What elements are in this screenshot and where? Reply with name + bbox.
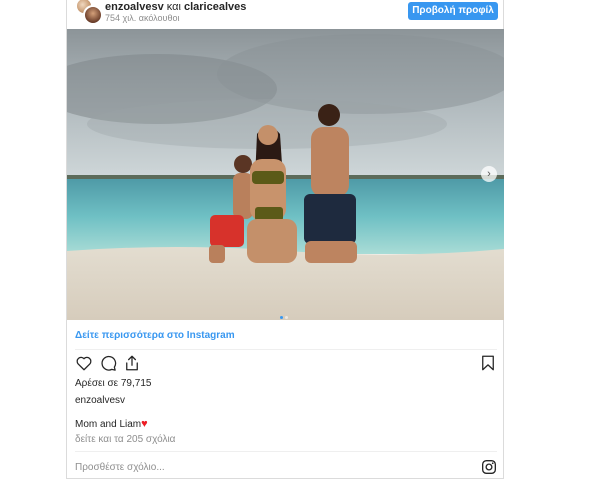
account-avatars[interactable] (75, 0, 103, 25)
caption-text: Mom and Liam (75, 419, 142, 430)
divider (75, 451, 497, 452)
view-more-on-instagram-link[interactable]: Δείτε περισσότερα στο Instagram (75, 330, 235, 341)
carousel-dots (279, 306, 289, 320)
next-arrow-icon[interactable]: › (481, 166, 497, 182)
view-all-comments-link[interactable]: δείτε και τα 205 σχόλια (75, 434, 175, 445)
carousel-dot-active (280, 316, 283, 319)
post-actions (75, 354, 497, 374)
comment-icon[interactable] (99, 354, 117, 372)
beach-photo-image (67, 29, 504, 320)
carousel-dot (285, 316, 288, 319)
post-owner-username[interactable]: enzoalvesv (75, 395, 125, 406)
names-connector: και (163, 1, 184, 13)
coaccount-username[interactable]: claricealves (184, 1, 246, 13)
share-icon[interactable] (123, 354, 141, 372)
bookmark-icon[interactable] (479, 354, 497, 372)
post-photo[interactable]: › (67, 29, 504, 320)
account-username[interactable]: enzoalvesv (105, 1, 164, 13)
post-header: enzoalvesv και claricealves 754 χιλ. ακό… (67, 0, 505, 29)
heart-emoji-icon: ♥ (141, 418, 148, 430)
avatar (83, 5, 103, 25)
post-caption: Mom and Liam♥ (75, 418, 148, 430)
account-names: enzoalvesv και claricealves (105, 1, 246, 13)
divider (75, 349, 497, 350)
instagram-icon[interactable] (481, 459, 497, 475)
instagram-embed-card: enzoalvesv και claricealves 754 χιλ. ακό… (66, 0, 504, 479)
like-heart-icon[interactable] (75, 354, 93, 372)
follower-count: 754 χιλ. ακόλουθοι (105, 13, 180, 23)
likes-count: Αρέσει σε 79,715 (75, 378, 152, 389)
add-comment-input[interactable] (75, 460, 455, 474)
view-profile-button[interactable]: Προβολή προφίλ (408, 2, 498, 20)
